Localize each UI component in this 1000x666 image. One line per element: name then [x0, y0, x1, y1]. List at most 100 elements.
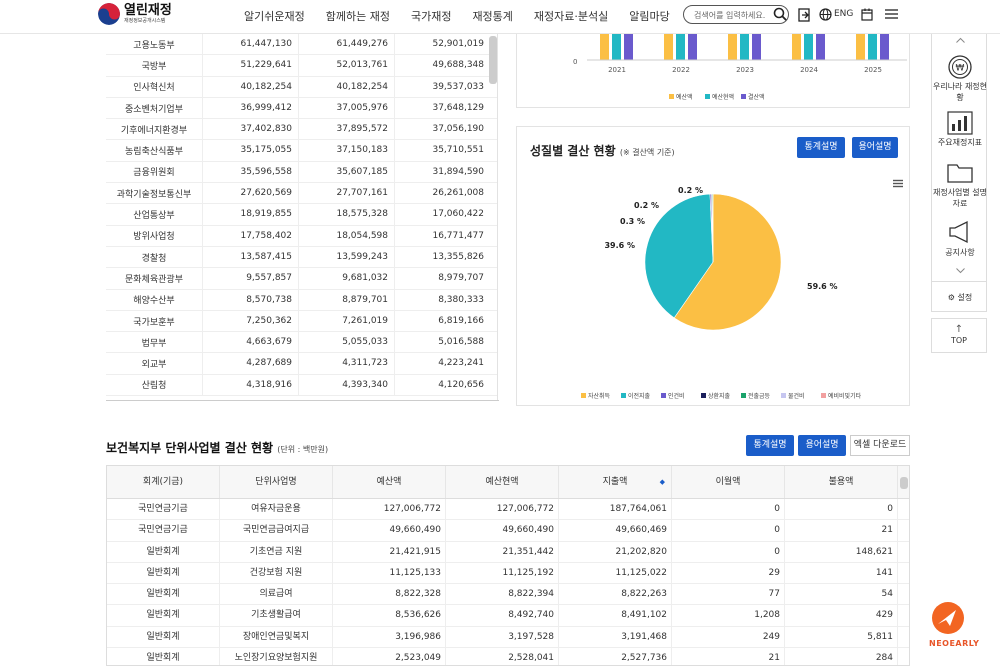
ministry-value: 8,979,707 — [394, 268, 490, 289]
pie-legend-label[interactable]: 예비비및기타 — [828, 392, 862, 400]
pie-legend-swatch — [581, 393, 586, 398]
ministry-value: 35,596,558 — [202, 161, 298, 183]
legend-label[interactable]: 결산액 — [748, 93, 765, 101]
pie-data-label: 0.2 % — [678, 186, 703, 195]
col-header-expenditure[interactable]: 지출액 ◆ — [559, 466, 672, 498]
col-header-budget[interactable]: 예산액 — [333, 466, 446, 498]
sidebar-item-key-indicators[interactable]: 주요재정지표 — [932, 137, 988, 148]
pie-chart: 59.6 % 39.6 % 0.3 % 0.2 % 0.2 % 자산취득 이전지출 인건비 상환… — [581, 186, 862, 400]
cell-current-budget: 3,197,528 — [446, 626, 559, 648]
table-scrollbar[interactable] — [489, 36, 497, 84]
folder-icon — [947, 164, 973, 183]
ministry-value: 52,013,761 — [298, 55, 394, 76]
ministry-name: 금융위원회 — [133, 168, 175, 179]
terms-description-button-2[interactable]: 용어설명 — [798, 435, 846, 456]
pie-legend-label[interactable]: 상환지출 — [708, 392, 731, 400]
cell-carryover: 77 — [672, 584, 785, 605]
col-header-carryover[interactable]: 이월액 — [672, 466, 785, 498]
year-bar[interactable] — [740, 32, 749, 60]
pie-legend-label[interactable]: 전출금등 — [748, 392, 771, 400]
login-icon[interactable] — [798, 8, 810, 22]
ministry-value: 51,229,641 — [202, 55, 298, 76]
svg-text:₩: ₩ — [956, 64, 965, 74]
year-bar[interactable] — [728, 32, 737, 60]
cell-program: 의료급여 — [220, 584, 333, 605]
bottom-table-scrollbar[interactable] — [900, 477, 908, 489]
year-bar[interactable] — [856, 32, 865, 60]
pie-legend-label[interactable]: 자산취득 — [588, 392, 611, 400]
year-bar[interactable] — [600, 32, 609, 60]
cell-program: 기초생활급여 — [220, 605, 333, 626]
ministry-value: 7,250,362 — [202, 310, 298, 332]
cell-current-budget: 21,351,442 — [446, 541, 559, 562]
year-bar[interactable] — [868, 32, 877, 60]
table-row[interactable]: 국민연금기금 여유자금운용 127,006,772 127,006,772 187,76… — [107, 499, 909, 521]
year-bar[interactable] — [804, 32, 813, 60]
year-bar[interactable] — [816, 32, 825, 60]
ministry-value: 13,599,243 — [298, 246, 394, 268]
cell-account: 일반회계 — [107, 648, 220, 665]
legend-label[interactable]: 예산현액 — [712, 93, 734, 101]
year-bar[interactable] — [664, 32, 673, 60]
pie-legend-label[interactable]: 인건비 — [668, 392, 685, 400]
cell-current-budget: 127,006,772 — [446, 499, 559, 520]
chevron-up-icon[interactable] — [956, 37, 965, 43]
expenditure-label: 지출액 — [602, 477, 628, 487]
table-row[interactable]: 일반회계 건강보험 지원 11,125,133 11,125,192 11,125,02… — [107, 562, 909, 585]
year-tick-label: 2021 — [608, 66, 626, 74]
language-toggle[interactable]: ENG — [834, 9, 853, 19]
year-bar[interactable] — [880, 32, 889, 60]
year-bar[interactable] — [624, 32, 633, 60]
table-row[interactable]: 일반회계 장애인연금및복지 3,196,986 3,197,528 3,191,468 2… — [107, 626, 909, 649]
legend-label[interactable]: 예산액 — [676, 93, 693, 101]
year-bar[interactable] — [688, 32, 697, 60]
calendar-icon[interactable] — [861, 8, 873, 21]
table-row[interactable]: 일반회계 기초연금 지원 21,421,915 21,351,442 21,202,82… — [107, 541, 909, 563]
year-bar[interactable] — [752, 32, 761, 60]
site-logo[interactable]: 열린재정 재정정보공개시스템 — [98, 3, 172, 25]
sidebar-item-finance-status[interactable]: 우리나라 재정현황 — [932, 81, 988, 103]
nav-item-national-finance[interactable]: 국가재정 — [411, 8, 451, 24]
cell-program: 여유자금운용 — [220, 499, 333, 520]
nav-item-data-analysis[interactable]: 재정자료·분석실 — [534, 8, 608, 24]
cell-carryover: 0 — [672, 541, 785, 562]
year-tick-label: 2022 — [672, 66, 690, 74]
ministry-settlement-table: 고용노동부 61,447,130 61,449,276 52,901,019 국방부 51… — [106, 34, 498, 400]
year-bar[interactable] — [676, 32, 685, 60]
table-row[interactable]: 일반회계 노인장기요양보험지원 2,523,049 2,528,041 2,527,73… — [107, 648, 909, 665]
globe-icon[interactable] — [819, 8, 832, 21]
table-row[interactable]: 일반회계 기초생활급여 8,536,626 8,492,740 8,491,102 1,2… — [107, 605, 909, 627]
table-row[interactable]: 국민연금기금 국민연금급여지급 49,660,490 49,660,490 49,660… — [107, 520, 909, 542]
ministry-value: 8,570,738 — [202, 289, 298, 310]
sidebar-item-program-docs[interactable]: 재정사업별 설명자료 — [932, 187, 988, 209]
col-header-current-budget[interactable]: 예산현액 — [446, 466, 559, 498]
ministry-value: 7,261,019 — [298, 310, 394, 332]
scroll-top-button[interactable]: ↑ TOP — [931, 318, 987, 353]
search-icon[interactable] — [773, 7, 787, 21]
nav-item-together[interactable]: 함께하는 재정 — [326, 8, 390, 24]
cell-expenditure: 8,822,263 — [559, 584, 672, 605]
table-body: 국민연금기금 여유자금운용 127,006,772 127,006,772 187,76… — [107, 499, 909, 665]
col-header-unused[interactable]: 불용액 — [785, 466, 898, 498]
hamburger-menu-icon[interactable] — [885, 8, 898, 20]
col-header-account[interactable]: 회계(기금) — [107, 466, 220, 498]
pie-legend-label[interactable]: 물건비 — [788, 392, 805, 400]
year-bar[interactable] — [612, 32, 621, 60]
sidebar-item-notices[interactable]: 공지사항 — [932, 247, 988, 258]
sort-icon[interactable]: ◆ — [660, 466, 665, 499]
ministry-name: 국가보훈부 — [133, 317, 175, 328]
table-row[interactable]: 일반회계 의료급여 8,822,328 8,822,394 8,822,263 77 54 — [107, 584, 909, 606]
col-header-program[interactable]: 단위사업명 — [220, 466, 333, 498]
year-bar[interactable] — [792, 32, 801, 60]
chevron-down-icon[interactable] — [956, 268, 965, 274]
nav-item-notice[interactable]: 알림마당 — [629, 8, 669, 24]
pie-legend-label[interactable]: 이전지출 — [628, 392, 651, 400]
settings-button[interactable]: ⚙ 설정 — [932, 292, 988, 303]
nav-item-easy-finance[interactable]: 알기쉬운재정 — [244, 8, 305, 24]
unit-program-table: 회계(기금) 단위사업명 예산액 예산현액 지출액 ◆ 이월액 불용액 국민연금… — [106, 465, 910, 666]
ministry-row: 국가보훈부 7,250,362 7,261,019 6,819,166 — [106, 310, 497, 333]
excel-download-button[interactable]: 엑셀 다운로드 — [850, 435, 910, 456]
stats-description-button-2[interactable]: 통계설명 — [746, 435, 794, 456]
legend-swatch — [705, 94, 710, 99]
nav-item-finance-stats[interactable]: 재정통계 — [472, 8, 512, 24]
